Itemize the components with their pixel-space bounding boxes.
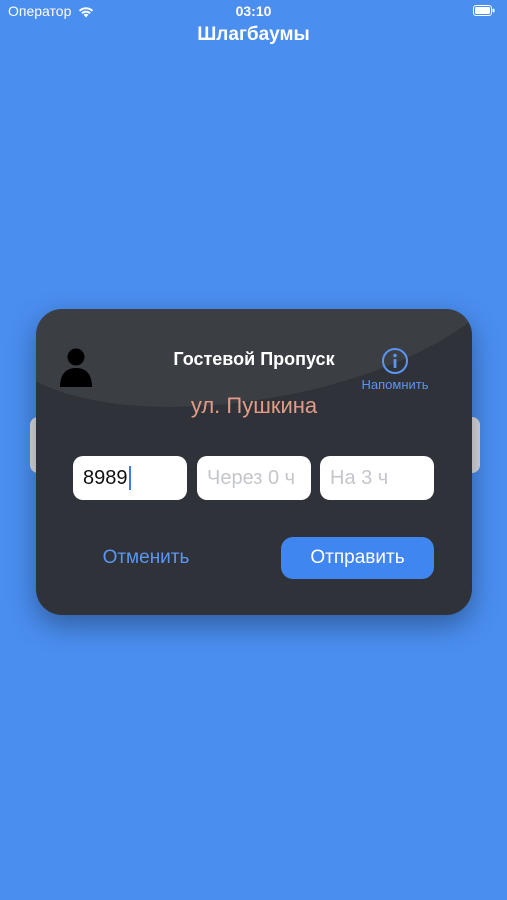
status-time: 03:10 xyxy=(235,3,272,19)
remind-button[interactable]: Напомнить xyxy=(350,347,440,395)
phone-input[interactable]: 8989 xyxy=(73,456,187,500)
phone-input-value: 8989 xyxy=(83,466,128,489)
guest-pass-dialog: Гостевой Пропуск Напомнить ул. Пушкина 8… xyxy=(36,309,472,615)
nav-title: Шлагбаумы xyxy=(197,24,310,45)
address-label: ул. Пушкина xyxy=(190,393,318,418)
status-bar: Оператор 03:10 xyxy=(0,0,507,22)
start-delay-placeholder: Через 0 ч xyxy=(207,466,296,489)
info-icon xyxy=(382,348,408,374)
remind-label: Напомнить xyxy=(361,377,429,392)
duration-input[interactable]: На 3 ч xyxy=(320,456,434,500)
duration-placeholder: На 3 ч xyxy=(330,466,389,489)
send-button[interactable]: Отправить xyxy=(281,537,434,579)
cancel-button[interactable]: Отменить xyxy=(86,537,206,579)
battery-icon xyxy=(473,5,495,16)
start-delay-input[interactable]: Через 0 ч xyxy=(197,456,311,500)
text-caret xyxy=(128,466,131,490)
